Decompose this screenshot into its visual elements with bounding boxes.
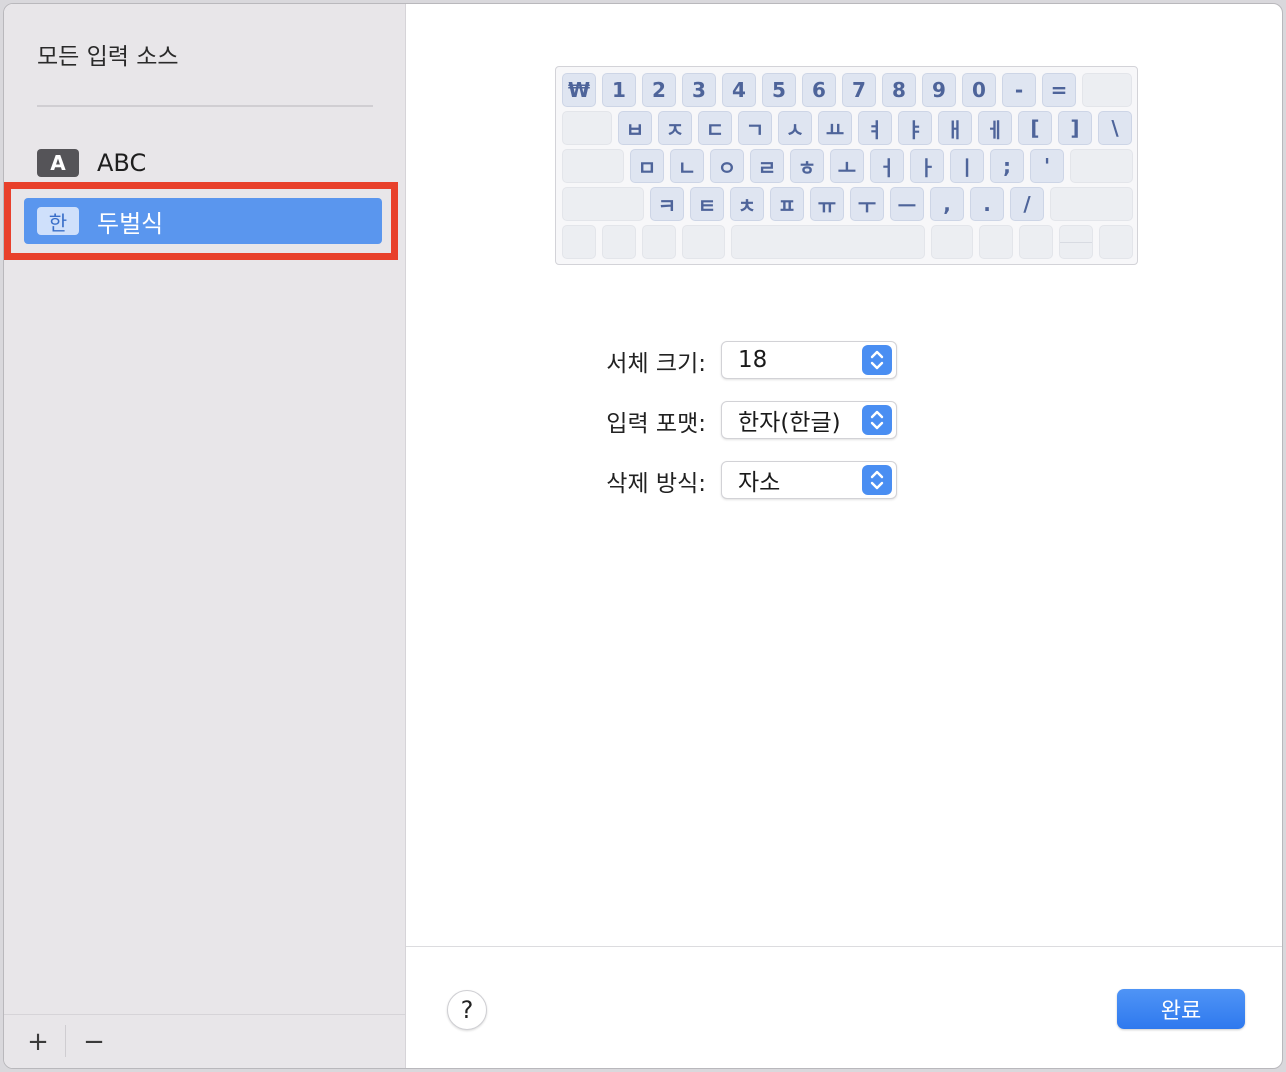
key: ㄴ — [670, 149, 704, 183]
key-updown-arrow-blank — [1059, 225, 1093, 259]
input-source-dialog: 모든 입력 소스 A ABC 한 두벌식 + − ₩ 1 2 3 4 5 6 7… — [3, 3, 1283, 1069]
sidebar: 모든 입력 소스 A ABC 한 두벌식 + − — [4, 4, 406, 1068]
key-left-arrow-blank — [1019, 225, 1053, 259]
key-shift-left-blank — [562, 187, 644, 221]
abc-badge-icon: A — [37, 149, 79, 177]
key: ㅎ — [790, 149, 824, 183]
input-source-item-dubeolsik[interactable]: 한 두벌식 — [24, 198, 382, 244]
key: ; — [990, 149, 1024, 183]
key: ㅔ — [978, 111, 1012, 145]
input-format-popup[interactable]: 한자(한글) — [721, 401, 897, 439]
key: ㅜ — [850, 187, 884, 221]
font-size-popup[interactable]: 18 — [721, 341, 897, 379]
key: ㅡ — [890, 187, 924, 221]
hangul-badge-icon: 한 — [37, 207, 79, 235]
font-size-value: 18 — [738, 347, 768, 373]
key-space-blank — [731, 225, 925, 259]
key: ㅁ — [630, 149, 664, 183]
key: 8 — [882, 73, 916, 107]
key: 6 — [802, 73, 836, 107]
key: [ — [1018, 111, 1052, 145]
done-button[interactable]: 완료 — [1117, 989, 1245, 1029]
sidebar-footer: + − — [4, 1014, 405, 1068]
font-size-label: 서체 크기: — [606, 351, 706, 377]
key-option-blank — [642, 225, 676, 259]
key-caps-blank — [562, 149, 624, 183]
keyboard-row-5 — [562, 225, 1139, 259]
keyboard-row-3: ㅁ ㄴ ㅇ ㄹ ㅎ ㅗ ㅓ ㅏ ㅣ ; ' — [562, 149, 1139, 183]
delete-mode-popup[interactable]: 자소 — [721, 461, 897, 499]
key: ㅍ — [770, 187, 804, 221]
key: 4 — [722, 73, 756, 107]
input-source-label: ABC — [97, 149, 147, 177]
key: 7 — [842, 73, 876, 107]
key: ㅊ — [730, 187, 764, 221]
keyboard-row-2: ㅂ ㅈ ㄷ ㄱ ㅅ ㅛ ㅕ ㅑ ㅐ ㅔ [ ] \ — [562, 111, 1138, 145]
key: 1 — [602, 73, 636, 107]
input-source-label: 두벌식 — [97, 209, 164, 238]
key: ㅣ — [950, 149, 984, 183]
key: ㄹ — [750, 149, 784, 183]
key: - — [1002, 73, 1036, 107]
footer-divider — [65, 1025, 66, 1057]
key: 2 — [642, 73, 676, 107]
delete-mode-label: 삭제 방식: — [606, 471, 706, 497]
key: ㅗ — [830, 149, 864, 183]
sidebar-separator — [37, 105, 373, 107]
key: ㅂ — [618, 111, 652, 145]
sidebar-title: 모든 입력 소스 — [37, 44, 179, 70]
input-format-label: 입력 포맷: — [606, 411, 706, 437]
key-command-right-blank — [931, 225, 973, 259]
key: ㅌ — [690, 187, 724, 221]
updown-chevron-icon — [862, 405, 892, 435]
key: / — [1010, 187, 1044, 221]
key: ㄱ — [738, 111, 772, 145]
keyboard-row-4: ㅋ ㅌ ㅊ ㅍ ㅠ ㅜ ㅡ , . / — [562, 187, 1139, 221]
remove-source-button[interactable]: − — [74, 1025, 114, 1059]
key-return-blank — [1070, 149, 1133, 183]
key-delete-blank — [1082, 73, 1132, 107]
key: ㅇ — [710, 149, 744, 183]
key: ㅅ — [778, 111, 812, 145]
input-format-value: 한자(한글) — [738, 410, 841, 436]
key: ㅏ — [910, 149, 944, 183]
key-fn-blank — [562, 225, 596, 259]
updown-chevron-icon — [862, 345, 892, 375]
input-source-item-abc[interactable]: A ABC — [24, 140, 382, 186]
key: 9 — [922, 73, 956, 107]
key: 5 — [762, 73, 796, 107]
key: , — [930, 187, 964, 221]
key-right-arrow-blank — [1099, 225, 1133, 259]
footer-separator — [406, 946, 1282, 947]
key: ㅕ — [858, 111, 892, 145]
key: ㅑ — [898, 111, 932, 145]
key: ㅛ — [818, 111, 852, 145]
keyboard-preview: ₩ 1 2 3 4 5 6 7 8 9 0 - = ㅂ ㅈ ㄷ ㄱ ㅅ ㅛ ㅕ … — [555, 66, 1138, 265]
key-control-blank — [602, 225, 636, 259]
key: ] — [1058, 111, 1092, 145]
keyboard-row-1: ₩ 1 2 3 4 5 6 7 8 9 0 - = — [562, 73, 1138, 107]
key: ㄷ — [698, 111, 732, 145]
key-shift-right-blank — [1050, 187, 1133, 221]
key: ㅈ — [658, 111, 692, 145]
key: ₩ — [562, 73, 596, 107]
key: ㅠ — [810, 187, 844, 221]
key: ' — [1030, 149, 1064, 183]
key-command-blank — [682, 225, 725, 259]
delete-mode-value: 자소 — [738, 470, 781, 496]
key: 3 — [682, 73, 716, 107]
key: ㅋ — [650, 187, 684, 221]
key: ㅓ — [870, 149, 904, 183]
help-button[interactable]: ? — [447, 990, 487, 1030]
key: ㅐ — [938, 111, 972, 145]
updown-chevron-icon — [862, 465, 892, 495]
add-source-button[interactable]: + — [18, 1025, 58, 1059]
key: 0 — [962, 73, 996, 107]
key-tab-blank — [562, 111, 612, 145]
key: . — [970, 187, 1004, 221]
key: = — [1042, 73, 1076, 107]
key: \ — [1098, 111, 1132, 145]
key-option-right-blank — [979, 225, 1013, 259]
